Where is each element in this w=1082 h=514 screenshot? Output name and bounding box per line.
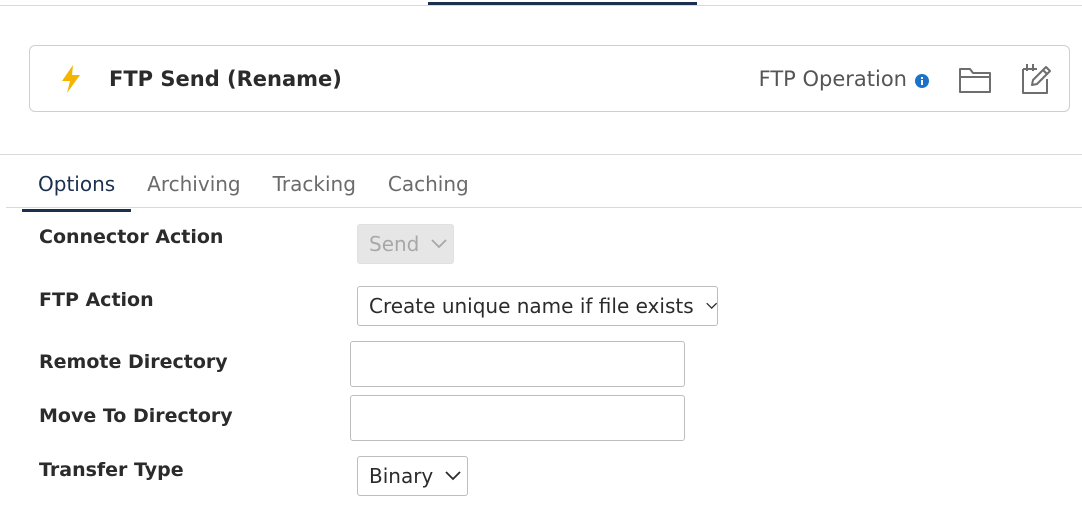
tab-caching[interactable]: Caching bbox=[372, 167, 485, 207]
tabs-divider bbox=[6, 207, 1082, 208]
bolt-icon bbox=[62, 65, 80, 93]
ftp-action-label: FTP Action bbox=[39, 289, 154, 311]
info-icon[interactable] bbox=[914, 73, 930, 89]
operation-title: FTP Send (Rename) bbox=[109, 67, 342, 91]
top-active-tab-indicator bbox=[428, 2, 697, 5]
transfer-type-select[interactable]: Binary bbox=[357, 456, 468, 496]
move-to-directory-label: Move To Directory bbox=[39, 405, 233, 427]
remote-directory-label: Remote Directory bbox=[39, 351, 228, 373]
tab-bar: Options Archiving Tracking Caching bbox=[22, 167, 485, 212]
tab-tracking[interactable]: Tracking bbox=[257, 167, 372, 207]
edit-icon[interactable] bbox=[1019, 62, 1053, 96]
chevron-down-icon bbox=[705, 302, 717, 310]
ftp-action-select[interactable]: Create unique name if file exists bbox=[357, 286, 718, 326]
tab-options[interactable]: Options bbox=[22, 167, 132, 212]
folder-icon[interactable] bbox=[958, 65, 992, 95]
chevron-down-icon bbox=[431, 239, 448, 249]
move-to-directory-input[interactable] bbox=[350, 395, 685, 441]
transfer-type-value: Binary bbox=[369, 464, 434, 488]
remote-directory-input[interactable] bbox=[350, 341, 685, 387]
operation-type-label: FTP Operation bbox=[758, 67, 907, 91]
tab-archiving[interactable]: Archiving bbox=[131, 167, 256, 207]
ftp-action-value: Create unique name if file exists bbox=[369, 294, 694, 318]
transfer-type-label: Transfer Type bbox=[39, 459, 184, 481]
chevron-down-icon bbox=[445, 471, 461, 481]
connector-action-label: Connector Action bbox=[39, 226, 224, 248]
section-divider bbox=[0, 154, 1082, 155]
connector-action-value: Send bbox=[369, 232, 420, 256]
top-divider bbox=[0, 5, 1082, 6]
connector-action-select: Send bbox=[357, 224, 454, 264]
